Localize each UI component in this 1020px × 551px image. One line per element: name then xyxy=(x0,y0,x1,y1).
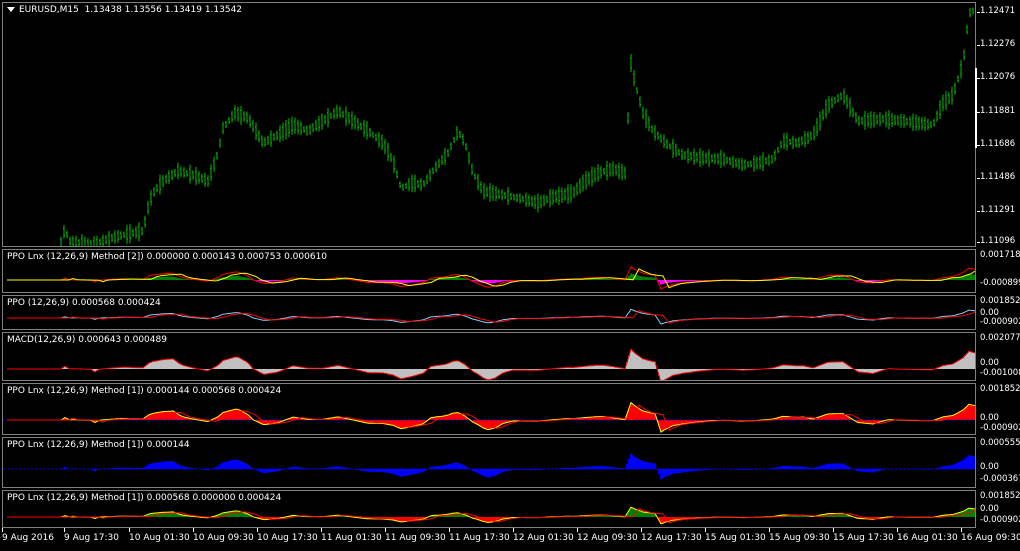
time-label: 15 Aug 01:30 xyxy=(705,533,766,543)
indicator-label: PPO Lnx (12,26,9) Method [1]) 0.000568 0… xyxy=(7,493,282,503)
indicator-tick: 0.002077 xyxy=(980,333,1020,343)
time-label: 10 Aug 17:30 xyxy=(257,533,318,543)
time-label: 11 Aug 17:30 xyxy=(449,533,510,543)
indicator-label: MACD(12,26,9) 0.000643 0.000489 xyxy=(7,335,167,345)
indicator-label: PPO Lnx (12,26,9) Method [1]) 0.000144 xyxy=(7,440,190,450)
indicator-axis: 0.001852 0.00 -0.000902 xyxy=(977,490,1020,528)
indicator-tick: 0.00 xyxy=(980,413,999,423)
indicator-tick: 0.001852 xyxy=(980,384,1020,394)
price-tick: 1.12276 xyxy=(980,39,1016,49)
indicator-tick: -0.000902 xyxy=(980,423,1020,433)
time-label: 15 Aug 09:30 xyxy=(769,533,830,543)
indicator-label: PPO Lnx (12,26,9) Method [2]) 0.000000 0… xyxy=(7,252,328,262)
price-tick: 1.12471 xyxy=(980,6,1016,16)
indicator-axis: 0.001718 -0.000899 xyxy=(977,249,1020,293)
price-tick: 1.11096 xyxy=(980,236,1016,246)
time-label: 12 Aug 17:30 xyxy=(641,533,702,543)
indicator-tick: 0.001718 xyxy=(980,250,1020,260)
indicator-tick: -0.000367 xyxy=(980,474,1020,484)
price-bars xyxy=(60,7,974,246)
price-chart-pane[interactable]: EURUSD,M15 1.13438 1.13556 1.13419 1.135… xyxy=(2,2,976,247)
indicator-label: PPO Lnx (12,26,9) Method [1]) 0.000144 0… xyxy=(7,386,282,396)
indicator-pane-macd[interactable]: MACD(12,26,9) 0.000643 0.000489 xyxy=(2,332,976,381)
time-label: 16 Aug 01:30 xyxy=(897,533,958,543)
price-axis: 1.12471 1.12276 1.12076 1.11881 1.11686 … xyxy=(977,2,1020,247)
indicator-tick: 0.00 xyxy=(980,462,999,472)
indicator-label: PPO (12,26,9) 0.000568 0.000424 xyxy=(7,298,161,308)
indicator-axis: 0.000555 0.00 -0.000367 xyxy=(977,437,1020,488)
ohlc-values: 1.13438 1.13556 1.13419 1.13542 xyxy=(84,5,243,15)
indicator-axis: 0.002077 0.00 -0.001008 xyxy=(977,332,1020,381)
price-tick: 1.11686 xyxy=(980,139,1016,149)
indicator-tick: 0.00 xyxy=(980,358,999,368)
indicator-tick: 0.00 xyxy=(980,504,999,514)
chart-title: EURUSD,M15 1.13438 1.13556 1.13419 1.135… xyxy=(7,5,242,15)
time-label: 15 Aug 17:30 xyxy=(833,533,894,543)
time-label: 9 Aug 17:30 xyxy=(64,533,119,543)
time-label: 12 Aug 01:30 xyxy=(513,533,574,543)
indicator-pane-ppo-lnx-method1-c[interactable]: PPO Lnx (12,26,9) Method [1]) 0.000568 0… xyxy=(2,490,976,528)
indicator-tick: 0.001852 xyxy=(980,491,1020,501)
price-tick: 1.11291 xyxy=(980,205,1016,215)
indicator-tick: 0.000555 xyxy=(980,438,1020,448)
indicator-pane-ppo-lnx-method1-b[interactable]: PPO Lnx (12,26,9) Method [1]) 0.000144 xyxy=(2,437,976,488)
time-label: 9 Aug 2016 xyxy=(2,533,54,543)
indicator-pane-ppo-lnx-method2[interactable]: PPO Lnx (12,26,9) Method [2]) 0.000000 0… xyxy=(2,249,976,293)
time-label: 11 Aug 01:30 xyxy=(321,533,382,543)
symbol-label: EURUSD,M15 xyxy=(19,5,79,15)
price-tick: 1.11881 xyxy=(980,106,1016,116)
price-tick: 1.12076 xyxy=(980,72,1016,82)
indicator-tick: -0.001008 xyxy=(980,368,1020,378)
indicator-line xyxy=(7,310,975,324)
time-label: 12 Aug 09:30 xyxy=(577,533,638,543)
indicator-pane-ppo[interactable]: PPO (12,26,9) 0.000568 0.000424 xyxy=(2,295,976,330)
indicator-tick: -0.000899 xyxy=(980,278,1020,288)
time-label: 10 Aug 01:30 xyxy=(129,533,190,543)
indicator-axis: 0.001852 0.00 -0.000902 xyxy=(977,295,1020,330)
time-label: 10 Aug 09:30 xyxy=(193,533,254,543)
time-axis: 9 Aug 2016 9 Aug 17:30 10 Aug 01:30 10 A… xyxy=(0,528,1020,551)
indicator-tick: -0.000902 xyxy=(980,515,1020,525)
time-label: 11 Aug 09:30 xyxy=(385,533,446,543)
indicator-fill xyxy=(7,402,975,433)
indicator-tick: -0.000902 xyxy=(980,317,1020,327)
chart-menu-icon[interactable] xyxy=(7,7,15,12)
time-label: 16 Aug 09:30 xyxy=(961,533,1020,543)
indicator-axis: 0.001852 0.00 -0.000902 xyxy=(977,383,1020,435)
indicator-pane-ppo-lnx-method1-a[interactable]: PPO Lnx (12,26,9) Method [1]) 0.000144 0… xyxy=(2,383,976,435)
price-tick: 1.11486 xyxy=(980,172,1016,182)
indicator-tick: 0.001852 xyxy=(980,296,1020,306)
